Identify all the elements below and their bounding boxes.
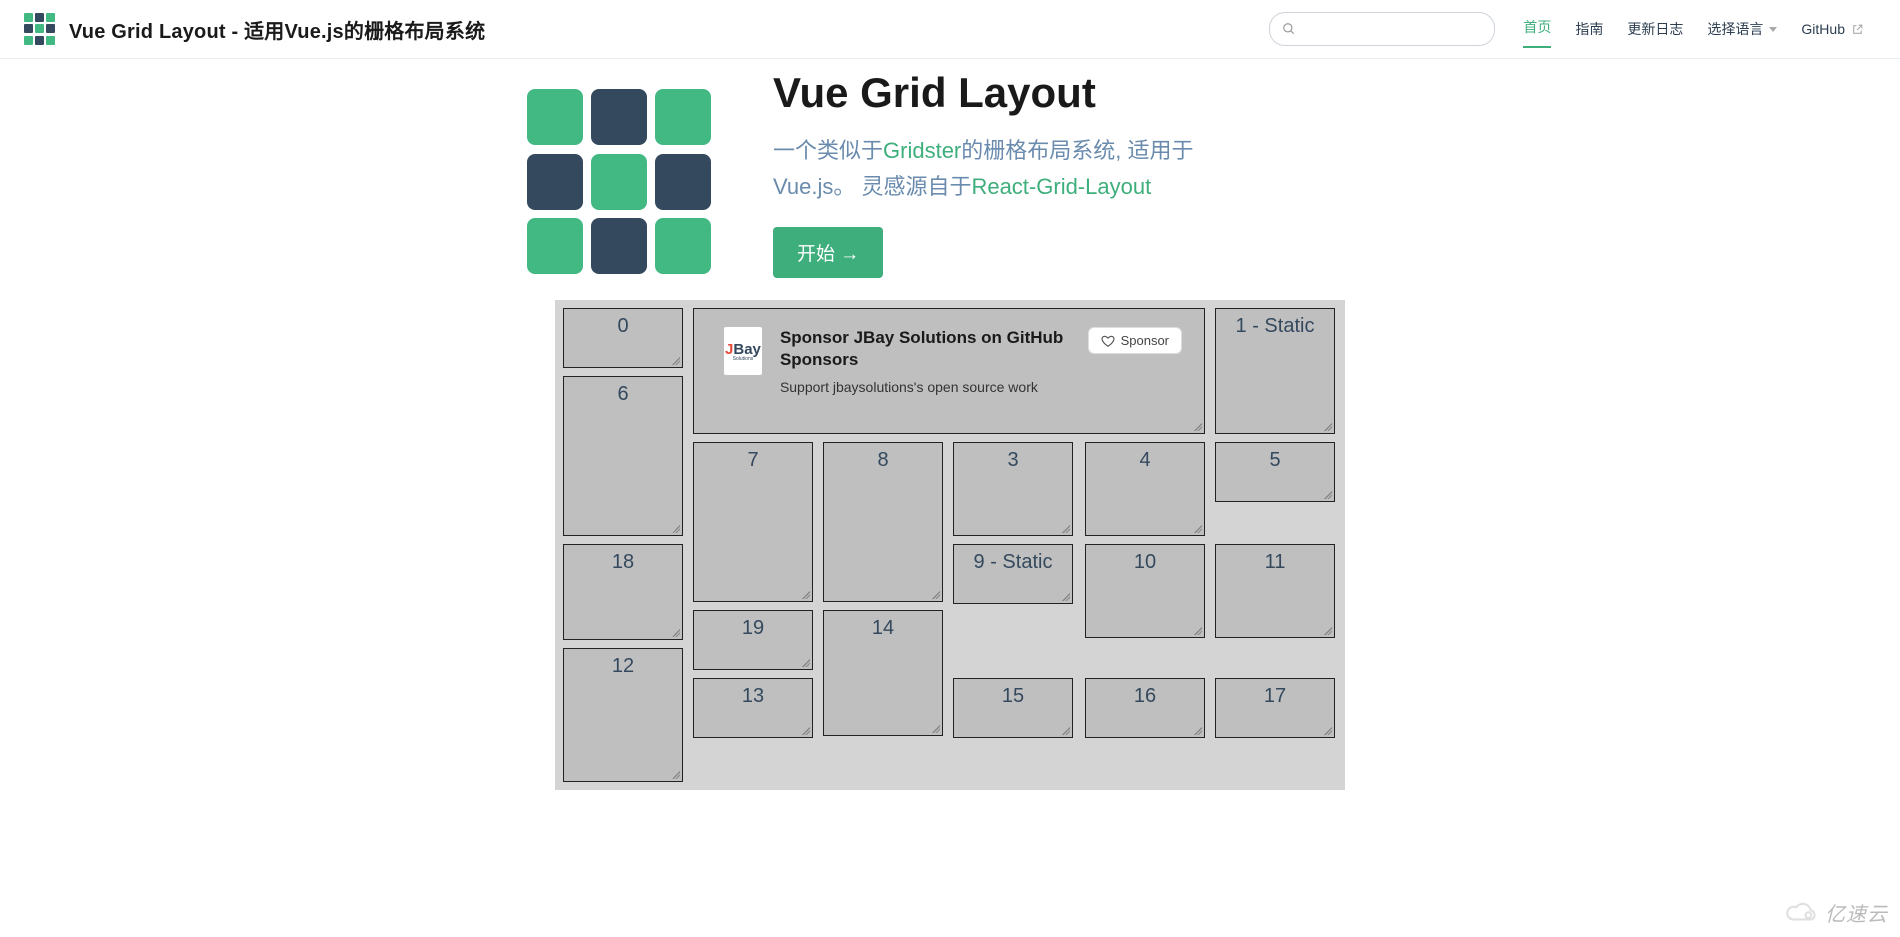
grid-item-4[interactable]: 4 (1085, 442, 1205, 536)
grid-item-1[interactable]: 1 - Static (1215, 308, 1335, 434)
chevron-down-icon (1769, 27, 1777, 32)
hero-text: Vue Grid Layout 一个类似于Gridster的栅格布局系统, 适用… (773, 69, 1194, 278)
nav-link-guide[interactable]: 指南 (1563, 12, 1615, 46)
grid-item-7[interactable]: 7 (693, 442, 813, 602)
grid-item-15[interactable]: 15 (953, 678, 1073, 738)
grid-item-0[interactable]: 0 (563, 308, 683, 368)
grid-item-11[interactable]: 11 (1215, 544, 1335, 638)
heart-icon (1101, 334, 1115, 348)
grid-item-6[interactable]: 6 (563, 376, 683, 536)
nav-link-github[interactable]: GitHub (1789, 12, 1876, 46)
nav-link-changelog[interactable]: 更新日志 (1615, 12, 1695, 46)
sponsor-subtitle: Support jbaysolutions's open source work (780, 379, 1070, 395)
grid-item-3[interactable]: 3 (953, 442, 1073, 536)
grid-item-13[interactable]: 13 (693, 678, 813, 738)
nav-link-home[interactable]: 首页 (1511, 10, 1563, 48)
sponsor-text: Sponsor JBay Solutions on GitHub Sponsor… (780, 327, 1070, 395)
grid-item-8[interactable]: 8 (823, 442, 943, 602)
grid-item-16[interactable]: 16 (1085, 678, 1205, 738)
grid-item-17[interactable]: 17 (1215, 678, 1335, 738)
grid-item-19[interactable]: 19 (693, 610, 813, 670)
grid-item-12[interactable]: 12 (563, 648, 683, 782)
search-input[interactable] (1269, 12, 1495, 46)
hero-tagline: 一个类似于Gridster的栅格布局系统, 适用于 Vue.js。 灵感源自于R… (773, 133, 1194, 205)
grid-item-18[interactable]: 18 (563, 544, 683, 640)
jbay-logo-icon: JBay Solutions (724, 327, 762, 375)
watermark: 亿速云 (1785, 898, 1888, 927)
external-link-icon (1851, 23, 1864, 36)
hero: Vue Grid Layout 一个类似于Gridster的栅格布局系统, 适用… (0, 69, 1900, 278)
start-button[interactable]: 开始 → (773, 227, 883, 278)
site-title: Vue Grid Layout - 适用Vue.js的栅格布局系统 (69, 15, 485, 44)
search-icon (1282, 22, 1296, 36)
nav-link-language[interactable]: 选择语言 (1695, 12, 1789, 46)
sponsor-card[interactable]: JBay Solutions Sponsor JBay Solutions on… (693, 308, 1205, 434)
sponsor-title: Sponsor JBay Solutions on GitHub Sponsor… (780, 327, 1070, 371)
navbar: Vue Grid Layout - 适用Vue.js的栅格布局系统 首页 指南 … (0, 0, 1900, 59)
hero-title: Vue Grid Layout (773, 69, 1194, 117)
grid-item-14[interactable]: 14 (823, 610, 943, 736)
cloud-icon (1785, 902, 1819, 924)
gridster-link[interactable]: Gridster (883, 138, 961, 163)
grid-item-10[interactable]: 10 (1085, 544, 1205, 638)
nav-links: 首页 指南 更新日志 选择语言 GitHub (1511, 10, 1876, 48)
hero-logo-icon (527, 89, 713, 275)
grid-demo: JBay Solutions Sponsor JBay Solutions on… (555, 300, 1345, 790)
sponsor-button[interactable]: Sponsor (1088, 327, 1182, 354)
site-logo-icon (24, 13, 57, 46)
react-grid-layout-link[interactable]: React-Grid-Layout (971, 174, 1151, 199)
grid-item-9[interactable]: 9 - Static (953, 544, 1073, 604)
grid-item-5[interactable]: 5 (1215, 442, 1335, 502)
